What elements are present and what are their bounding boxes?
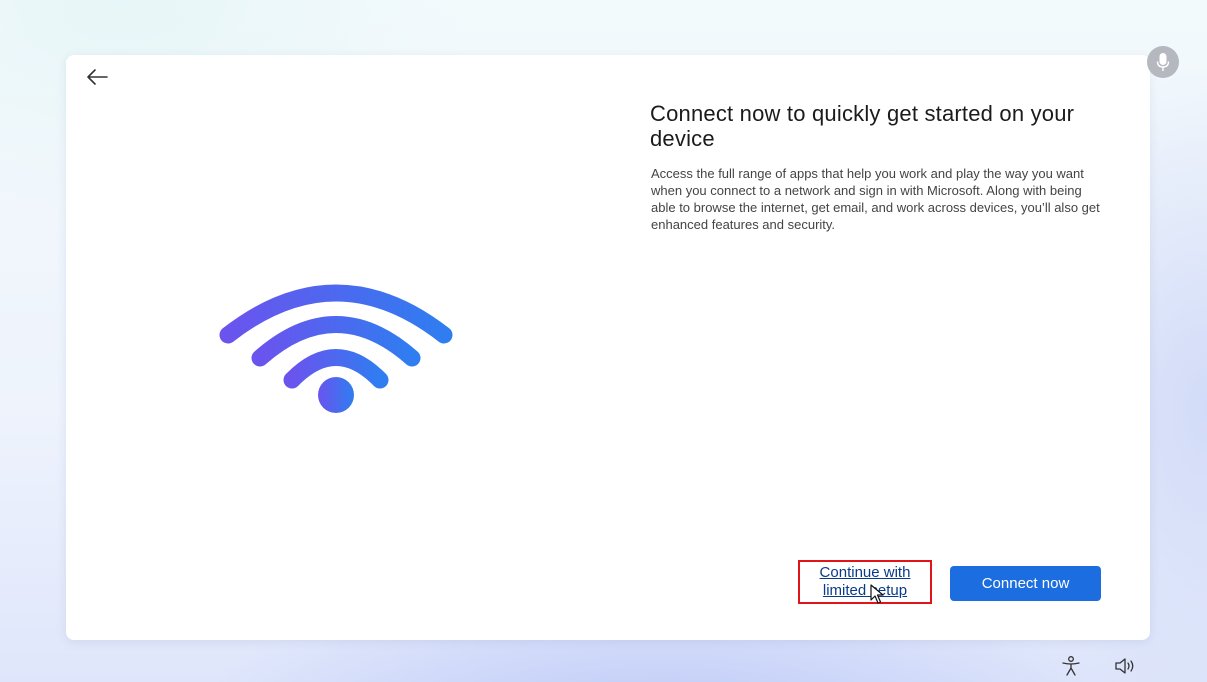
back-arrow-icon bbox=[87, 69, 108, 85]
accessibility-icon bbox=[1062, 656, 1080, 676]
back-button[interactable] bbox=[83, 65, 111, 89]
continue-limited-setup-label: Continue with limited setup bbox=[819, 564, 911, 599]
continue-limited-setup-link[interactable]: Continue with limited setup bbox=[798, 560, 932, 604]
volume-button[interactable] bbox=[1114, 656, 1138, 676]
microphone-icon bbox=[1156, 53, 1170, 71]
accessibility-button[interactable] bbox=[1060, 655, 1082, 677]
page-title: Connect now to quickly get started on yo… bbox=[650, 101, 1075, 151]
setup-dialog: Connect now to quickly get started on yo… bbox=[66, 55, 1150, 640]
microphone-button[interactable] bbox=[1147, 46, 1179, 78]
mouse-cursor-icon bbox=[870, 584, 884, 604]
wifi-icon bbox=[219, 284, 453, 413]
page-description: Access the full range of apps that help … bbox=[651, 166, 1100, 232]
volume-icon bbox=[1115, 658, 1134, 674]
connect-now-button[interactable]: Connect now bbox=[950, 566, 1101, 601]
